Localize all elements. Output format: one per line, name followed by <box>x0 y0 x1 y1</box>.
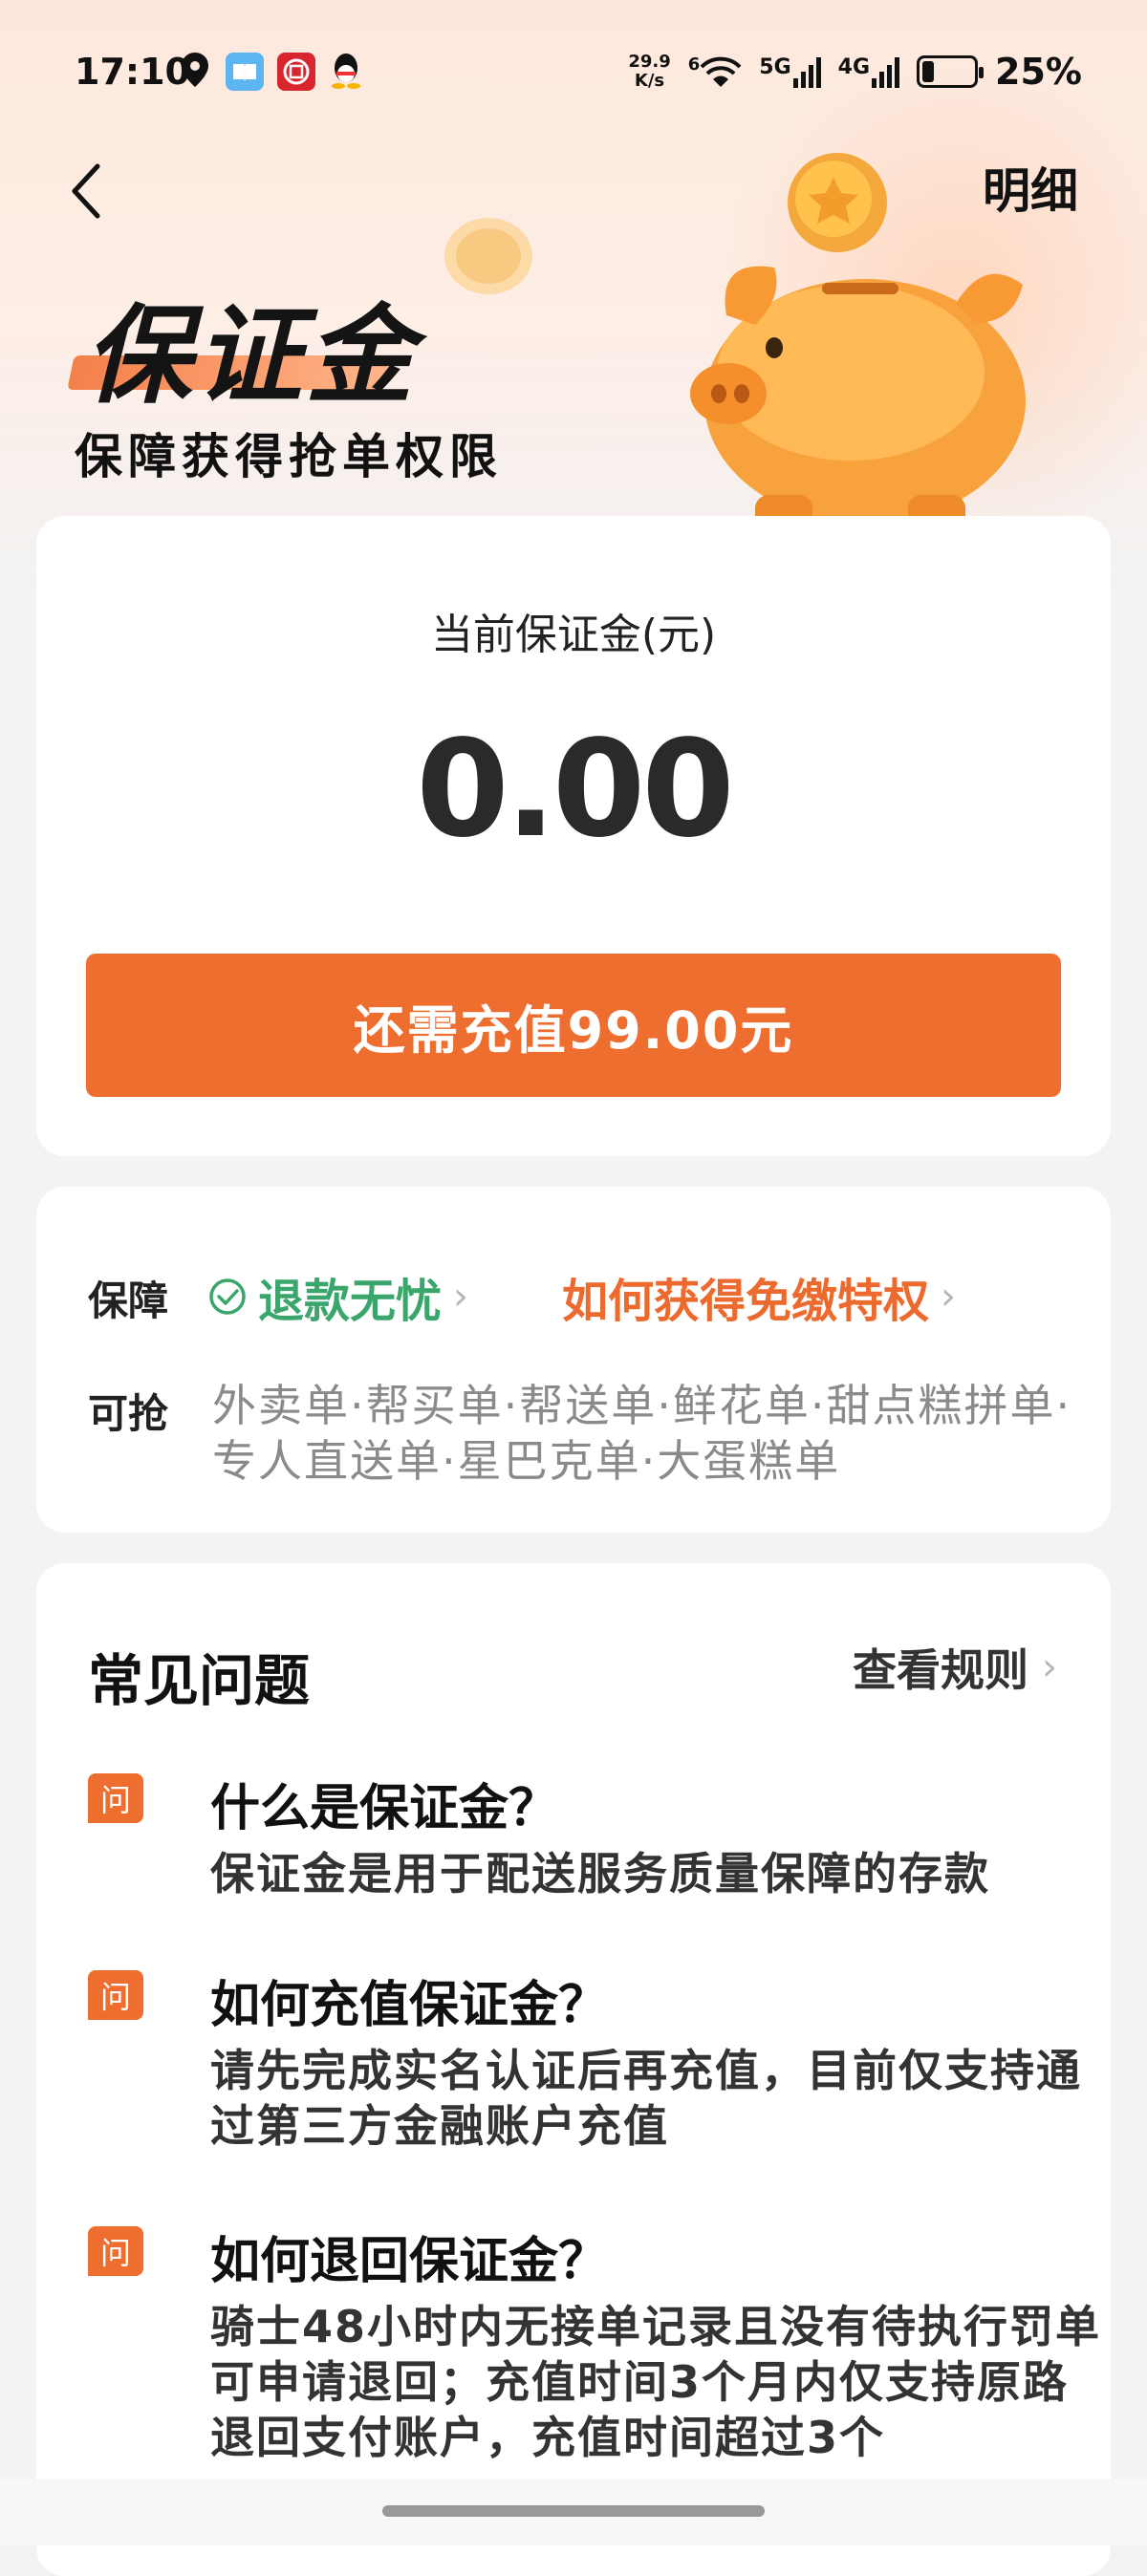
faq-question: 如何退回保证金？ <box>210 2233 609 2290</box>
faq-title: 常见问题 <box>88 1648 311 1713</box>
exemption-privilege-text: 如何获得免缴特权 <box>562 1275 930 1328</box>
faq-answer: 请先完成实名认证后再充值，目前仅支持通过第三方金融账户充值 <box>210 2045 1082 2152</box>
bank-app-icon <box>277 53 315 91</box>
faq-question: 如何充值保证金？ <box>210 1977 609 2034</box>
recharge-button[interactable]: 还需充值99.00元 <box>86 954 1061 1097</box>
reader-app-icon <box>226 53 264 91</box>
faq-question: 什么是保证金？ <box>210 1780 559 1837</box>
guarantee-label: 保障 <box>88 1277 169 1324</box>
deposit-card: 当前保证金(元) 0.00 还需充值99.00元 <box>36 516 1111 1156</box>
battery-icon <box>917 55 985 88</box>
qq-icon <box>329 51 363 93</box>
status-time: 17:10 <box>75 51 190 93</box>
page-title: 保证金 <box>84 294 417 419</box>
refund-guarantee-text: 退款无忧 <box>258 1275 443 1328</box>
question-badge-icon: 问 <box>88 1773 143 1823</box>
question-badge-icon: 问 <box>88 2226 143 2276</box>
refund-guarantee-link[interactable]: 退款无忧 › <box>208 1263 468 1330</box>
signal-5g-icon: 5G <box>759 55 821 88</box>
faq-answer: 保证金是用于配送服务质量保障的存款 <box>210 1848 990 1900</box>
home-indicator[interactable] <box>382 2505 765 2517</box>
deposit-amount: 0.00 <box>416 712 734 868</box>
status-bar: 17:10 29.9 K/s 6 5G 4G 25% <box>0 38 1147 105</box>
faq-card: 常见问题 查看规则 › 问 什么是保证金？ 保证金是用于配送服务质量保障的存款 … <box>36 1563 1111 2576</box>
deposit-label: 当前保证金(元) <box>430 611 717 659</box>
view-rules-link[interactable]: 查看规则 › <box>853 1636 1057 1699</box>
chevron-right-icon: › <box>453 1275 469 1319</box>
check-circle-icon <box>209 1278 246 1315</box>
wifi-icon: 6 <box>688 54 743 89</box>
question-badge-icon: 问 <box>88 1970 143 2020</box>
status-right: 29.9 K/s 6 5G 4G 25% <box>628 51 1082 93</box>
battery-percent: 25% <box>995 51 1082 93</box>
faq-answer: 骑士48小时内无接单记录且没有待执行罚单可申请退回；充值时间3个月内仅支持原路退… <box>210 2301 1102 2463</box>
grab-order-types: 外卖单·帮买单·帮送单·鲜花单·甜点糕拼单·专人直送单·星巴克单·大蛋糕单 <box>212 1380 1072 1487</box>
chevron-right-icon: › <box>1042 1645 1057 1689</box>
piggy-bank-icon <box>690 153 1026 529</box>
coin-icon <box>444 218 532 294</box>
location-icon <box>178 51 212 93</box>
network-speed: 29.9 K/s <box>628 52 671 91</box>
grab-label: 可抢 <box>88 1390 169 1437</box>
page-subtitle: 保障获得抢单权限 <box>75 429 503 484</box>
status-app-icons <box>178 51 363 93</box>
view-rules-text: 查看规则 <box>853 1644 1028 1696</box>
benefits-card: 保障 退款无忧 › 如何获得免缴特权 › 可抢 外卖单·帮买单·帮送单·鲜花单·… <box>36 1187 1111 1533</box>
signal-4g-icon: 4G <box>838 55 900 88</box>
back-arrow-icon <box>72 163 100 219</box>
exemption-privilege-link[interactable]: 如何获得免缴特权 › <box>562 1263 956 1330</box>
chevron-right-icon: › <box>941 1275 957 1319</box>
back-button[interactable] <box>57 153 115 229</box>
